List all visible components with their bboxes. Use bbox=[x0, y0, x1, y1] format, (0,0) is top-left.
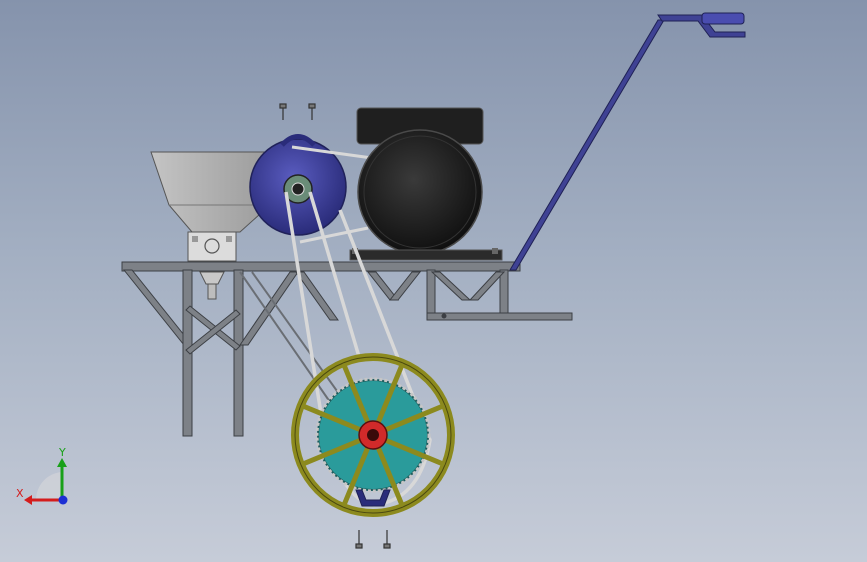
graphics-viewport[interactable]: Y X bbox=[0, 0, 867, 562]
linkage-rods bbox=[239, 271, 343, 403]
frame-leg-2 bbox=[233, 269, 244, 437]
motor-base bbox=[349, 249, 503, 261]
frame-truss-4 bbox=[388, 271, 422, 301]
triad-z-axis bbox=[58, 495, 68, 505]
bolts-bottom bbox=[355, 530, 391, 549]
frame-strut-left bbox=[122, 269, 194, 346]
triad-plane bbox=[35, 472, 62, 500]
hopper-spout bbox=[207, 283, 217, 300]
bolts-top bbox=[279, 103, 316, 120]
model-scene: Y X bbox=[16, 12, 746, 549]
handle[interactable] bbox=[509, 12, 746, 271]
frame-leg-3 bbox=[426, 269, 436, 319]
frame-leg-4 bbox=[499, 269, 509, 319]
triad-y-label: Y bbox=[58, 446, 66, 459]
wheel-hub bbox=[358, 420, 388, 450]
frame-bolt bbox=[441, 313, 447, 319]
frame-truss-6 bbox=[468, 271, 506, 301]
frame-top-rail bbox=[121, 261, 521, 272]
frame-truss-5 bbox=[430, 271, 472, 301]
hopper-outlet bbox=[199, 271, 225, 285]
orientation-triad: Y X bbox=[16, 446, 68, 505]
triad-x-label: X bbox=[16, 487, 24, 500]
handle-bar[interactable] bbox=[509, 19, 665, 271]
frame-foot-rail bbox=[426, 312, 573, 321]
motor-body bbox=[357, 129, 483, 255]
handle-grip[interactable] bbox=[701, 12, 745, 25]
motor bbox=[349, 107, 503, 261]
